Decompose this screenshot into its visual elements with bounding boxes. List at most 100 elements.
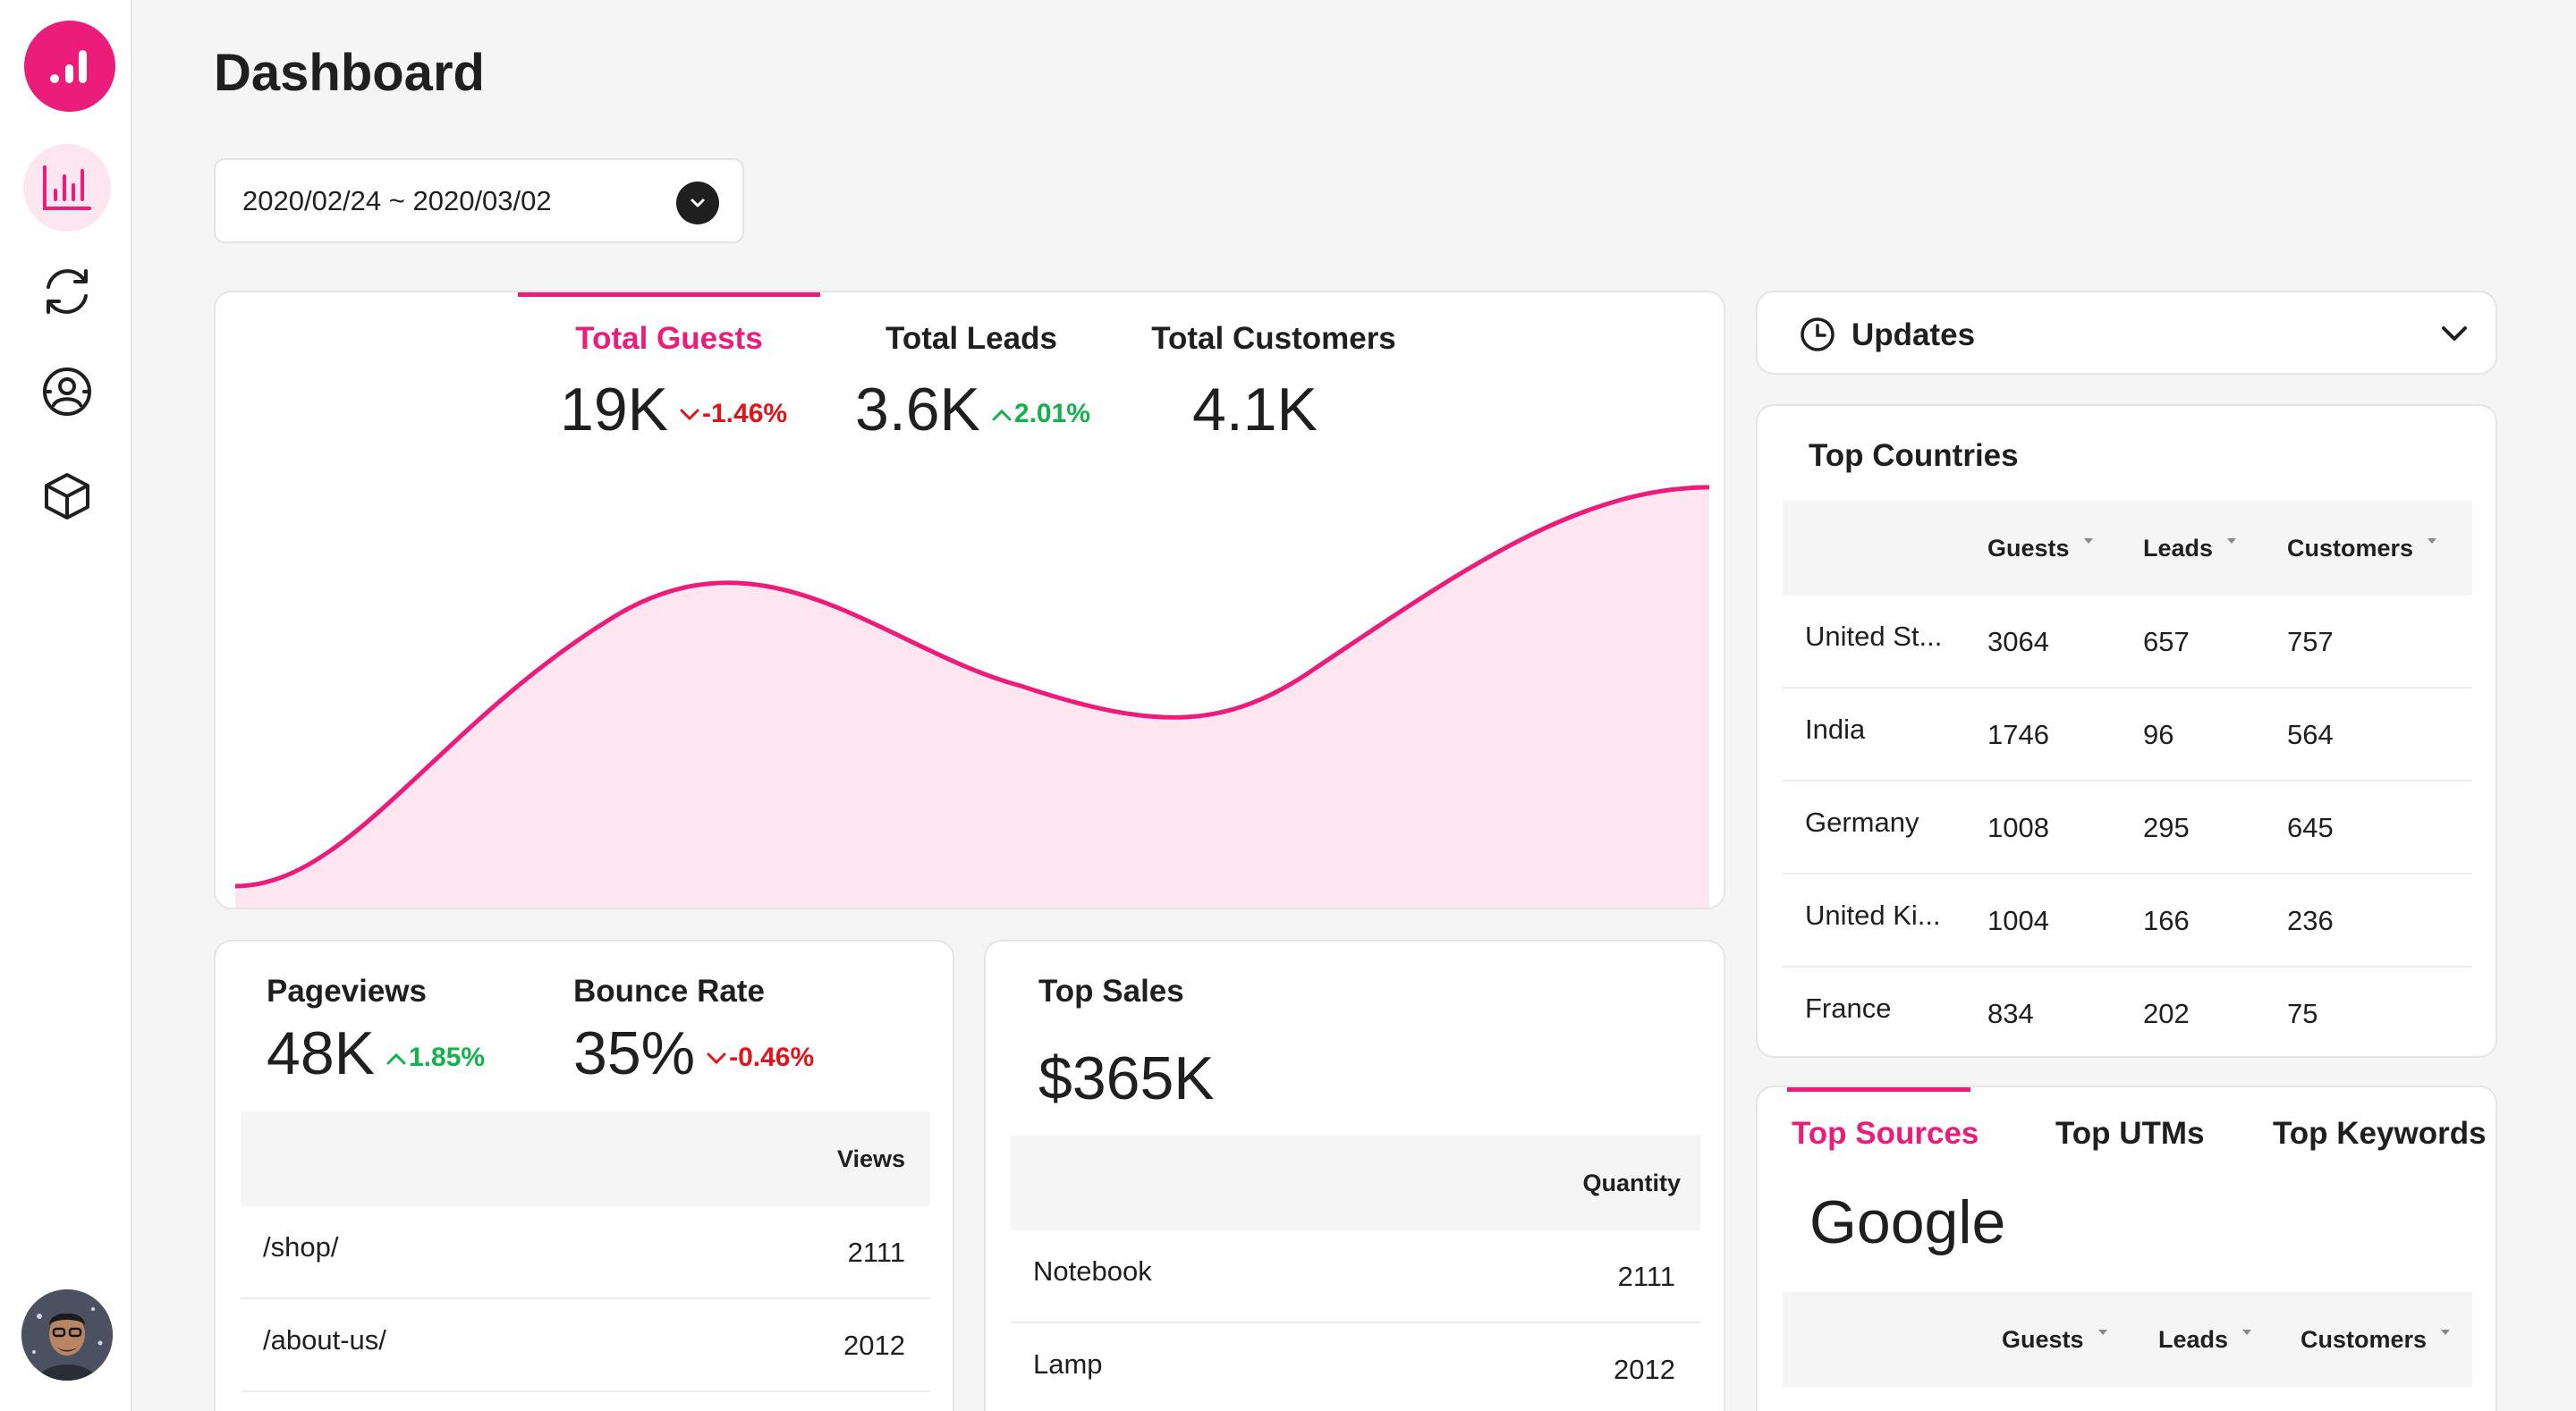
table-row[interactable]: Germany 1008 295 645: [1783, 782, 2472, 874]
pageviews-label: Pageviews: [267, 974, 427, 1009]
header-label: Customers: [2301, 1325, 2428, 1353]
tab-total-leads[interactable]: Total Leads: [820, 321, 1123, 357]
table-row[interactable]: Notebook 2111: [1011, 1230, 1700, 1323]
customers-cell: 236: [2287, 905, 2334, 936]
tab-label: Top UTMs: [2055, 1116, 2205, 1151]
page-title: Dashboard: [214, 44, 485, 102]
sort-icon: [2227, 538, 2237, 544]
table-row[interactable]: Lamp 2012: [1011, 1323, 1700, 1411]
country-cell: India: [1805, 714, 1866, 745]
table-row[interactable]: France 834 202 75: [1783, 967, 2472, 1056]
top-source-headline: Google: [1809, 1188, 2006, 1256]
total-customers-metric: 4.1K: [1192, 375, 1318, 444]
total-guests-metric: 19K -1.46%: [560, 375, 787, 444]
tab-total-customers[interactable]: Total Customers: [1123, 321, 1425, 357]
path-cell: /about-us/: [263, 1324, 386, 1356]
top-countries-card: Top Countries Guests Leads Customers Uni…: [1756, 404, 2497, 1058]
tab-top-utms[interactable]: Top UTMs: [2055, 1116, 2205, 1152]
tab-top-sources[interactable]: Top Sources: [1792, 1116, 1979, 1152]
updates-dropdown[interactable]: Updates: [1756, 291, 2497, 375]
tab-label: Total Guests: [575, 321, 763, 356]
nav-package[interactable]: [23, 452, 111, 540]
header-label: Quantity: [1582, 1169, 1681, 1196]
card-title: Top Sales: [1038, 974, 1184, 1009]
bounce-rate-label: Bounce Rate: [573, 974, 765, 1009]
active-tab-indicator: [518, 292, 820, 297]
sync-icon: [47, 269, 88, 314]
delta-up: 2.01%: [991, 399, 1090, 428]
header-label: Customers: [2287, 534, 2414, 562]
analytics-icon: [43, 165, 91, 210]
nav-analytics[interactable]: [23, 144, 111, 232]
guests-cell: 3064: [1987, 626, 2049, 657]
country-cell: Germany: [1805, 807, 1919, 838]
chevron-down-icon[interactable]: [2440, 323, 2469, 344]
tab-label: Top Sources: [1792, 1116, 1979, 1151]
delta-value: -0.46%: [729, 1043, 815, 1073]
guests-cell: 1004: [1987, 905, 2049, 936]
metric-value: 48K: [267, 1019, 375, 1087]
customers-cell: 564: [2287, 719, 2334, 750]
customers-cell: 75: [2287, 998, 2318, 1029]
delta-down: -0.46%: [706, 1043, 814, 1072]
overview-card: Total Guests 19K -1.46% Total Leads 3.6K 2…: [214, 291, 1725, 909]
quantity-cell: 2111: [1617, 1261, 1675, 1292]
metric-value: 19K: [560, 376, 668, 444]
column-header-leads[interactable]: Leads: [2143, 501, 2237, 596]
delta-up: 1.85%: [386, 1043, 485, 1072]
pageviews-metric: 48K 1.85%: [267, 1018, 485, 1088]
customers-cell: 757: [2287, 626, 2334, 657]
column-header-guests[interactable]: Guests: [2002, 1292, 2107, 1387]
user-avatar[interactable]: [21, 1289, 113, 1381]
guests-cell: 834: [1987, 998, 2034, 1029]
sort-icon: [2097, 1330, 2107, 1335]
item-cell: Lamp: [1033, 1348, 1103, 1380]
app-logo[interactable]: [24, 21, 115, 112]
guests-cell: 1746: [1987, 719, 2049, 750]
table-header: Guests Leads Customers: [1783, 1292, 2472, 1387]
sort-icon: [2083, 538, 2093, 544]
arrow-down-icon: [707, 1052, 726, 1065]
tab-total-guests[interactable]: Total Guests: [518, 321, 820, 357]
arrow-up-icon: [386, 1052, 406, 1065]
bar-chart-logo-icon: [50, 50, 87, 83]
delta-down: -1.46%: [679, 399, 787, 428]
table-row[interactable]: United St... 3064 657 757: [1783, 596, 2472, 689]
column-header-views[interactable]: Views: [837, 1111, 905, 1206]
column-header-customers[interactable]: Customers: [2287, 501, 2437, 596]
contacts-icon: [43, 368, 91, 416]
header-label: Guests: [1987, 534, 2070, 562]
column-header-quantity[interactable]: Quantity: [1582, 1136, 1681, 1230]
date-range-picker[interactable]: 2020/02/24 ~ 2020/03/02: [214, 158, 744, 243]
metric-value: 4.1K: [1192, 376, 1318, 444]
table-header: Guests Leads Customers: [1783, 501, 2472, 596]
table-row[interactable]: /shop/ 2111: [241, 1206, 930, 1299]
chevron-down-icon[interactable]: [676, 182, 719, 224]
quantity-cell: 2012: [1614, 1354, 1675, 1385]
sort-icon: [2242, 1330, 2252, 1335]
table-row[interactable]: /about-us/ 2012: [241, 1299, 930, 1392]
delta-value: 2.01%: [1013, 399, 1090, 429]
leads-cell: 202: [2143, 998, 2190, 1029]
table-header: Views: [241, 1111, 930, 1206]
table-row[interactable]: United Ki... 1004 166 236: [1783, 874, 2472, 967]
tab-label: Total Leads: [886, 321, 1057, 356]
path-cell: /shop/: [263, 1231, 339, 1263]
column-header-customers[interactable]: Customers: [2301, 1292, 2451, 1387]
top-sales-card: Top Sales $365K Quantity Notebook 2111 L…: [984, 940, 1725, 1411]
sources-card: Top Sources Top UTMs Top Keywords Google…: [1756, 1086, 2497, 1411]
delta-value: 1.85%: [409, 1043, 486, 1073]
table-row[interactable]: India 1746 96 564: [1783, 689, 2472, 782]
tab-top-keywords[interactable]: Top Keywords: [2273, 1116, 2487, 1152]
nav-sync[interactable]: [23, 248, 111, 335]
date-range-value: 2020/02/24 ~ 2020/03/02: [242, 184, 552, 216]
chart-area-fill: [235, 487, 1709, 908]
updates-label: Updates: [1852, 317, 1976, 352]
tab-label: Top Keywords: [2273, 1116, 2487, 1151]
column-header-guests[interactable]: Guests: [1987, 501, 2093, 596]
avatar-image: [21, 1289, 113, 1381]
nav-contacts[interactable]: [23, 348, 111, 435]
column-header-leads[interactable]: Leads: [2158, 1292, 2252, 1387]
customers-cell: 645: [2287, 812, 2334, 843]
bounce-rate-metric: 35% -0.46%: [573, 1018, 814, 1088]
